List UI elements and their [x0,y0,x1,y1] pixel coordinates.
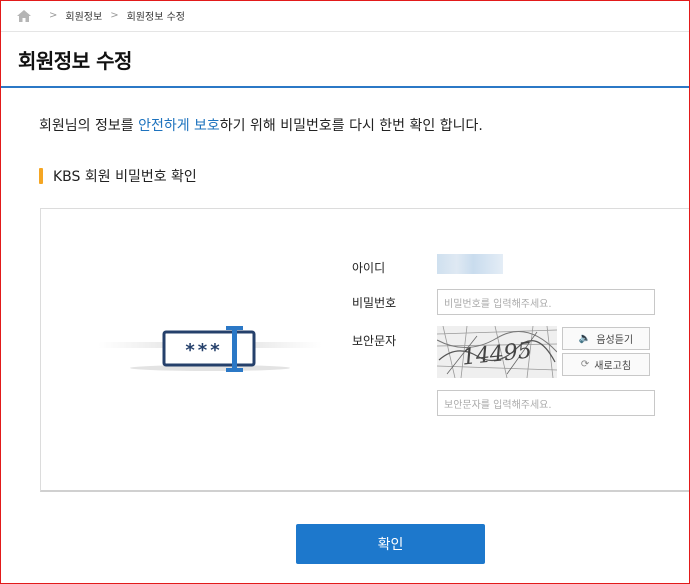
masked-user-id [437,254,503,274]
password-label: 비밀번호 [352,296,397,310]
intro-text-highlight: 안전하게 보호 [138,118,220,134]
password-field[interactable]: 비밀번호를 입력해주세요. [437,289,655,315]
section-title: KBS 회원 비밀번호 확인 [53,169,197,185]
breadcrumb-item-edit-member-info[interactable]: 회원정보 수정 [127,8,185,23]
refresh-icon: ⟳ [580,359,590,370]
chevron-right-icon: > [49,10,58,21]
home-icon[interactable] [17,9,31,22]
captcha-label: 보안문자 [352,334,397,348]
intro-text-before: 회원님의 정보를 [39,118,139,134]
audio-captcha-label: 음성듣기 [596,335,634,346]
page-title: 회원정보 수정 [18,49,132,73]
id-label: 아이디 [352,261,386,275]
breadcrumb: > 회원정보 > 회원정보 수정 [0,0,690,32]
confirm-button[interactable]: 확인 [296,524,485,564]
page-header: 회원정보 수정 [0,33,690,88]
audio-captcha-button[interactable]: 🔈 음성듣기 [562,327,650,350]
intro-text-after: 하기 위해 비밀번호를 다시 한번 확인 합니다. [219,118,483,134]
intro-text: 회원님의 정보를 안전하게 보호하기 위해 비밀번호를 다시 한번 확인 합니다… [39,115,483,135]
chevron-right-icon: > [110,10,119,21]
speaker-icon: 🔈 [578,333,592,344]
section-heading: KBS 회원 비밀번호 확인 [39,167,197,185]
captcha-image: 14495 [437,326,557,378]
section-marker [39,168,43,184]
breadcrumb-item-member-info[interactable]: 회원정보 [65,8,102,23]
refresh-captcha-label: 새로고침 [594,361,632,372]
password-mask-text: *** [185,340,222,361]
captcha-field[interactable]: 보안문자를 입력해주세요. [437,390,655,416]
password-illustration: *** [98,326,322,372]
refresh-captcha-button[interactable]: ⟳ 새로고침 [562,353,650,376]
